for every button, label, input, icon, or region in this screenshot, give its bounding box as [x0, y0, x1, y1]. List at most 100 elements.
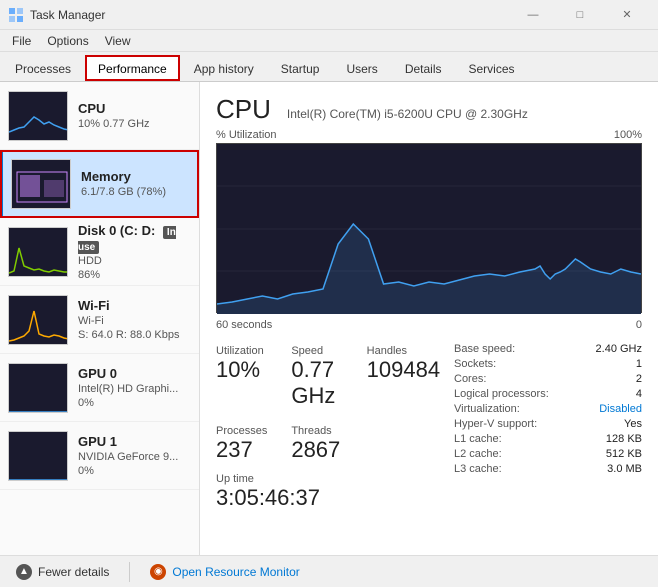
cpu-chart	[216, 143, 642, 313]
tab-performance[interactable]: Performance	[85, 55, 180, 81]
app-icon	[8, 7, 24, 23]
cpu-info: CPU 10% 0.77 GHz	[78, 101, 191, 130]
stat-procs-value: 237	[216, 437, 291, 463]
bottombar: ▲ Fewer details ◉ Open Resource Monitor	[0, 555, 658, 587]
gpu1-info: GPU 1 NVIDIA GeForce 9... 0%	[78, 434, 191, 477]
panel-title: CPU	[216, 94, 271, 125]
menubar: File Options View	[0, 30, 658, 52]
stat-handles: Handles 109484	[367, 341, 442, 413]
maximize-button[interactable]: □	[557, 0, 603, 30]
disk0-name: Disk 0 (C: D: In use	[78, 223, 191, 253]
window-controls: — □ ✕	[510, 0, 650, 30]
stat-handles-label: Handles	[367, 345, 442, 357]
info-l1cache: L1 cache: 128 KB	[454, 431, 642, 446]
gpu1-name: GPU 1	[78, 434, 191, 449]
titlebar: Task Manager — □ ✕	[0, 0, 658, 30]
tab-users[interactable]: Users	[333, 55, 390, 81]
sidebar-item-gpu0[interactable]: GPU 0 Intel(R) HD Graphi... 0%	[0, 354, 199, 422]
tab-processes[interactable]: Processes	[2, 55, 84, 81]
fewer-details-button[interactable]: ▲ Fewer details	[8, 560, 117, 584]
memory-detail: 6.1/7.8 GB (78%)	[81, 186, 191, 198]
wifi-mini-graph	[8, 295, 68, 345]
sidebar: CPU 10% 0.77 GHz Memory 6.1/7.8 GB (78%)	[0, 82, 200, 555]
gpu1-detail: NVIDIA GeForce 9...	[78, 451, 191, 463]
stat-util-label: Utilization	[216, 345, 291, 357]
sidebar-item-gpu1[interactable]: GPU 1 NVIDIA GeForce 9... 0%	[0, 422, 199, 490]
menu-file[interactable]: File	[4, 32, 39, 50]
gpu1-pct: 0%	[78, 465, 191, 477]
wifi-name: Wi-Fi	[78, 298, 191, 313]
wifi-speed: S: 64.0 R: 88.0 Kbps	[78, 329, 191, 341]
monitor-icon: ◉	[150, 564, 166, 580]
info-logical-procs: Logical processors: 4	[454, 386, 642, 401]
open-monitor-label: Open Resource Monitor	[172, 565, 299, 579]
disk0-detail3: 86%	[78, 269, 191, 281]
cpu-panel: CPU Intel(R) Core(TM) i5-6200U CPU @ 2.3…	[200, 82, 658, 555]
cpu-name: CPU	[78, 101, 191, 116]
cpu-info-panel: Base speed: 2.40 GHz Sockets: 1 Cores: 2…	[442, 341, 642, 511]
uptime-label: Up time	[216, 473, 442, 485]
window-title: Task Manager	[30, 8, 510, 22]
fewer-details-label: Fewer details	[38, 565, 109, 579]
gpu0-detail: Intel(R) HD Graphi...	[78, 383, 191, 395]
stat-util-value: 10%	[216, 357, 291, 383]
open-resource-monitor-button[interactable]: ◉ Open Resource Monitor	[142, 560, 307, 584]
stat-threads: Threads 2867	[291, 421, 366, 467]
stat-threads-value: 2867	[291, 437, 366, 463]
uptime-section: Up time 3:05:46:37	[216, 473, 442, 511]
menu-view[interactable]: View	[97, 32, 139, 50]
info-l2cache: L2 cache: 512 KB	[454, 446, 642, 461]
disk0-info: Disk 0 (C: D: In use HDD 86%	[78, 223, 191, 281]
stat-speed: Speed 0.77 GHz	[291, 341, 366, 413]
chart-time-labels: 60 seconds 0	[216, 319, 642, 331]
cpu-mini-graph	[8, 91, 68, 141]
main-content: CPU 10% 0.77 GHz Memory 6.1/7.8 GB (78%)	[0, 82, 658, 555]
cpu-detail: 10% 0.77 GHz	[78, 118, 191, 130]
tab-startup[interactable]: Startup	[268, 55, 333, 81]
sidebar-item-disk0[interactable]: Disk 0 (C: D: In use HDD 86%	[0, 218, 199, 286]
info-hyperv: Hyper-V support: Yes	[454, 416, 642, 431]
tab-apphistory[interactable]: App history	[181, 55, 267, 81]
info-virtualization: Virtualization: Disabled	[454, 401, 642, 416]
gpu0-name: GPU 0	[78, 366, 191, 381]
stat-handles-value: 109484	[367, 357, 442, 383]
wifi-detail: Wi-Fi	[78, 315, 191, 327]
tabbar: Processes Performance App history Startu…	[0, 52, 658, 82]
panel-header: CPU Intel(R) Core(TM) i5-6200U CPU @ 2.3…	[216, 94, 642, 125]
stat-threads-label: Threads	[291, 425, 366, 437]
gpu0-info: GPU 0 Intel(R) HD Graphi... 0%	[78, 366, 191, 409]
sidebar-item-memory[interactable]: Memory 6.1/7.8 GB (78%)	[0, 150, 199, 218]
gpu0-mini-graph	[8, 363, 68, 413]
minimize-button[interactable]: —	[510, 0, 556, 30]
gpu1-mini-graph	[8, 431, 68, 481]
util-label-left: % Utilization	[216, 129, 277, 141]
wifi-info: Wi-Fi Wi-Fi S: 64.0 R: 88.0 Kbps	[78, 298, 191, 341]
memory-mini-graph	[11, 159, 71, 209]
util-label-right: 100%	[614, 129, 642, 141]
memory-info: Memory 6.1/7.8 GB (78%)	[81, 169, 191, 198]
divider	[129, 562, 130, 582]
chart-time-right: 0	[636, 319, 642, 331]
util-labels: % Utilization 100%	[216, 129, 642, 141]
menu-options[interactable]: Options	[39, 32, 96, 50]
sidebar-item-cpu[interactable]: CPU 10% 0.77 GHz	[0, 82, 199, 150]
stat-procs-label: Processes	[216, 425, 291, 437]
stat-speed-label: Speed	[291, 345, 366, 357]
close-button[interactable]: ✕	[604, 0, 650, 30]
memory-name: Memory	[81, 169, 191, 184]
sidebar-item-wifi[interactable]: Wi-Fi Wi-Fi S: 64.0 R: 88.0 Kbps	[0, 286, 199, 354]
disk0-detail2: HDD	[78, 255, 191, 267]
tab-services[interactable]: Services	[456, 55, 528, 81]
stat-utilization: Utilization 10%	[216, 341, 291, 413]
uptime-value: 3:05:46:37	[216, 485, 442, 511]
chart-time-left: 60 seconds	[216, 319, 272, 331]
tab-details[interactable]: Details	[392, 55, 455, 81]
panel-subtitle: Intel(R) Core(TM) i5-6200U CPU @ 2.30GHz	[287, 107, 528, 121]
fewer-details-icon: ▲	[16, 564, 32, 580]
info-basespeed: Base speed: 2.40 GHz	[454, 341, 642, 356]
info-sockets: Sockets: 1	[454, 356, 642, 371]
disk-mini-graph	[8, 227, 68, 277]
info-l3cache: L3 cache: 3.0 MB	[454, 461, 642, 476]
stat-speed-value: 0.77 GHz	[291, 357, 366, 409]
info-cores: Cores: 2	[454, 371, 642, 386]
